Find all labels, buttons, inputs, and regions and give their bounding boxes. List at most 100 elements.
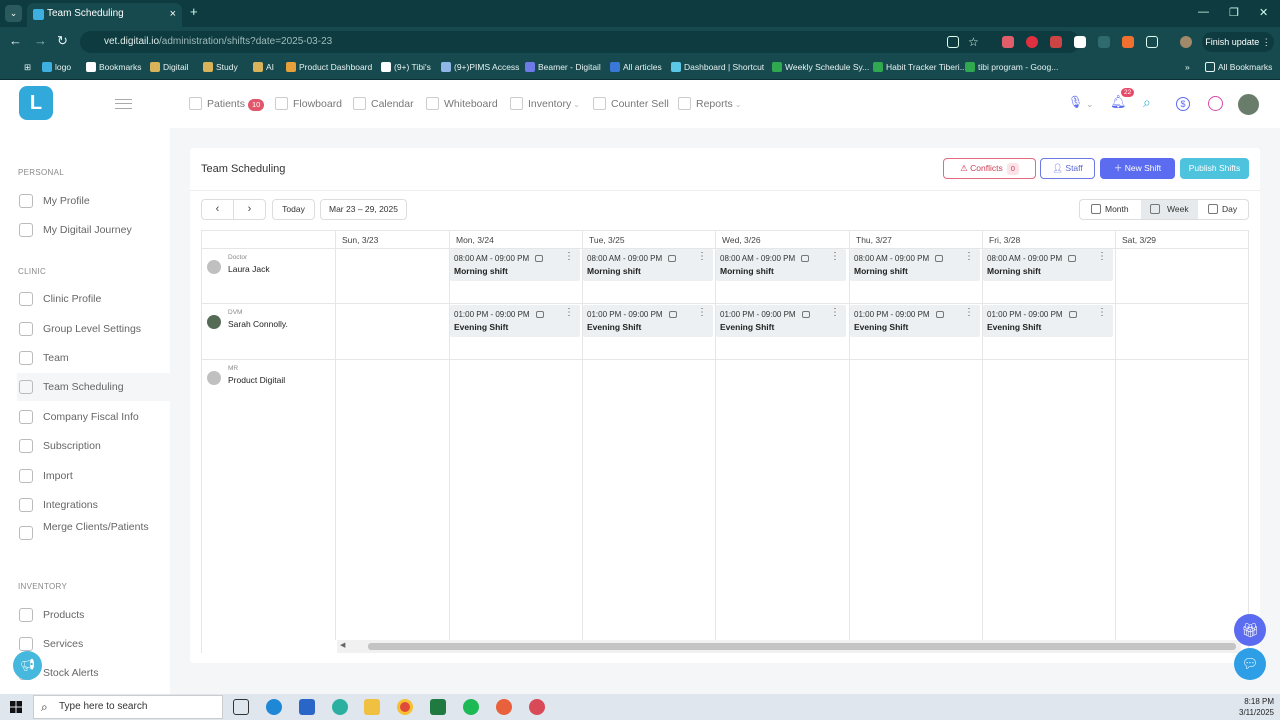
app-orange-icon[interactable] [496, 699, 512, 715]
address-bar[interactable]: vet.digitail.io/administration/shifts?da… [80, 31, 1080, 53]
spotify-icon[interactable] [463, 699, 479, 715]
shift-evening[interactable]: 01:00 PM - 09:00 PM Evening Shift ⋮ [450, 305, 580, 337]
app-red-icon[interactable] [529, 699, 545, 715]
topnav-whiteboard[interactable]: Whiteboard [426, 97, 498, 110]
topnav-counter-sell[interactable]: Counter Sell [593, 97, 669, 110]
sidebar-item-group-level-settings[interactable]: Group Level Settings [17, 315, 170, 343]
bookmark-0[interactable]: logo [42, 62, 71, 72]
more-options-icon[interactable]: ⋮ [1097, 308, 1107, 318]
bookmarks-more-icon[interactable]: » [1172, 62, 1190, 72]
back-icon[interactable]: ← [9, 33, 22, 49]
view-week-button[interactable]: Week [1141, 200, 1198, 219]
shift-evening[interactable]: 01:00 PM - 09:00 PM Evening Shift ⋮ [850, 305, 980, 337]
close-window-icon[interactable]: ✕ [1259, 6, 1268, 19]
file-explorer-icon[interactable] [364, 699, 380, 715]
reload-icon[interactable]: ↻ [57, 33, 68, 49]
sidebar-item-subscription[interactable]: Subscription [17, 432, 170, 460]
scrollbar-thumb[interactable] [368, 643, 1236, 650]
sidebar-item-integrations[interactable]: Integrations [17, 491, 170, 519]
more-options-icon[interactable]: ⋮ [1097, 252, 1107, 262]
digitail-logo[interactable]: L [19, 86, 53, 120]
shift-morning[interactable]: 08:00 AM - 09:00 PM Morning shift ⋮ [450, 249, 580, 281]
scroll-left-arrow-icon[interactable]: ◀ [340, 641, 345, 649]
bookmark-6[interactable]: (9+) Tibi's [381, 62, 431, 72]
install-app-icon[interactable] [947, 36, 959, 48]
excel-icon[interactable] [430, 699, 446, 715]
shift-morning[interactable]: 08:00 AM - 09:00 PM Morning shift ⋮ [983, 249, 1113, 281]
shift-evening[interactable]: 01:00 PM - 09:00 PM Evening Shift ⋮ [583, 305, 713, 337]
microphone-icon[interactable]: 🎙︎ [1068, 95, 1084, 111]
search-icon[interactable]: ⌕ [1143, 94, 1159, 110]
sidebar-item-my-profile[interactable]: My Profile [17, 187, 170, 215]
star-icon[interactable]: ☆ [968, 36, 980, 48]
more-options-icon[interactable]: ⋮ [964, 252, 974, 262]
gift-icon[interactable]: 🎁︎ [1234, 614, 1266, 646]
topnav-inventory[interactable]: Inventory ⌄ [510, 97, 580, 111]
extension-gray-icon[interactable] [1098, 36, 1110, 48]
sidebar-item-company-fiscal-info[interactable]: Company Fiscal Info [17, 403, 170, 431]
shift-morning[interactable]: 08:00 AM - 09:00 PM Morning shift ⋮ [850, 249, 980, 281]
view-month-button[interactable]: Month [1088, 200, 1129, 219]
new-shift-button[interactable]: ＋ New Shift [1100, 158, 1175, 179]
chevron-down-icon[interactable]: ⌄ [1086, 99, 1102, 115]
more-options-icon[interactable]: ⋮ [564, 308, 574, 318]
sidebar-item-merge-clients-patients[interactable]: Merge Clients/Patients [17, 519, 170, 551]
bookmark-4[interactable]: AI [253, 62, 274, 72]
chat-icon[interactable]: 💬︎ [1234, 648, 1266, 680]
bookmark-5[interactable]: Product Dashboard [286, 62, 372, 72]
bookmark-13[interactable]: tibi program - Goog... [965, 62, 1058, 72]
sidebar-item-my-digitail-journey[interactable]: My Digitail Journey [17, 216, 170, 244]
apps-grid-icon[interactable]: ⊞ [11, 62, 31, 72]
bookmark-3[interactable]: Study [203, 62, 238, 72]
date-range-picker[interactable]: Mar 23 – 29, 2025 [320, 199, 407, 220]
restore-icon[interactable]: ❐ [1229, 6, 1239, 19]
more-options-icon[interactable]: ⋮ [564, 252, 574, 262]
staff-button[interactable]: 👤︎ Staff [1040, 158, 1095, 179]
more-options-icon[interactable]: ⋮ [697, 252, 707, 262]
topnav-patients[interactable]: Patients 10 [189, 97, 265, 111]
topnav-calendar[interactable]: Calendar [353, 97, 414, 110]
previous-week-button[interactable]: ‹ [201, 199, 234, 220]
task-view-icon[interactable] [233, 699, 249, 715]
bookmark-2[interactable]: Digitail [150, 62, 189, 72]
bookmark-1[interactable]: Bookmarks [86, 62, 142, 72]
forward-icon[interactable]: → [34, 33, 47, 49]
view-day-button[interactable]: Day [1205, 200, 1237, 219]
store-icon[interactable] [299, 699, 315, 715]
all-bookmarks-folder[interactable]: All Bookmarks [1205, 62, 1272, 72]
shift-evening[interactable]: 01:00 PM - 09:00 PM Evening Shift ⋮ [983, 305, 1113, 337]
shift-morning[interactable]: 08:00 AM - 09:00 PM Morning shift ⋮ [583, 249, 713, 281]
help-sync-icon[interactable] [1208, 96, 1223, 111]
copilot-icon[interactable] [332, 699, 348, 715]
finish-update-button[interactable]: Finish update ⋮ [1202, 32, 1274, 52]
new-tab-button[interactable]: + [190, 4, 198, 19]
profile-avatar-icon[interactable] [1180, 36, 1192, 48]
topnav-flowboard[interactable]: Flowboard [275, 97, 342, 110]
extension-orange-icon[interactable] [1122, 36, 1134, 48]
windows-start-icon[interactable] [10, 701, 22, 713]
bookmark-11[interactable]: Weekly Schedule Sy... [772, 62, 869, 72]
next-week-button[interactable]: › [233, 199, 266, 220]
extension-gmail-icon[interactable] [1050, 36, 1062, 48]
minimize-icon[interactable]: — [1198, 6, 1209, 18]
browser-tab[interactable]: Team Scheduling × [27, 3, 182, 27]
sidebar-item-clinic-profile[interactable]: Clinic Profile [17, 285, 170, 313]
publish-shifts-button[interactable]: Publish Shifts [1180, 158, 1249, 179]
taskbar-search[interactable]: ⌕ Type here to search [33, 695, 223, 719]
today-button[interactable]: Today [272, 199, 315, 220]
bookmark-9[interactable]: All articles [610, 62, 662, 72]
sidebar-item-services[interactable]: Services [17, 630, 170, 658]
more-options-icon[interactable]: ⋮ [964, 308, 974, 318]
sidebar-item-import[interactable]: Import [17, 462, 170, 490]
chrome-icon[interactable] [397, 699, 413, 715]
tab-close-icon[interactable]: × [170, 3, 176, 25]
edge-icon[interactable] [266, 699, 282, 715]
more-options-icon[interactable]: ⋮ [830, 252, 840, 262]
shift-evening[interactable]: 01:00 PM - 09:00 PM Evening Shift ⋮ [716, 305, 846, 337]
extension-pocket-icon[interactable] [1002, 36, 1014, 48]
bookmark-12[interactable]: Habit Tracker Tiberi... [873, 62, 967, 72]
tab-search-button[interactable]: ⌄ [5, 5, 22, 22]
hamburger-menu-icon[interactable] [115, 99, 132, 109]
topnav-reports[interactable]: Reports ⌄ [678, 97, 741, 111]
sidebar-item-team[interactable]: Team [17, 344, 170, 372]
